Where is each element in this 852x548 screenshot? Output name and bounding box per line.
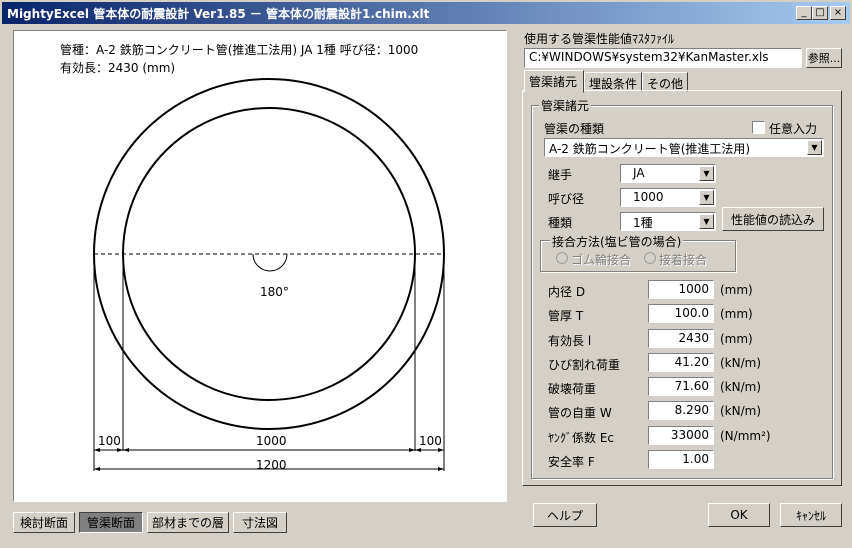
- pipe-type-label: 管渠の種類: [544, 122, 605, 136]
- title-bar[interactable]: MightyExcel 管本体の耐震設計 Ver1.85 － 管本体の耐震設計1…: [2, 2, 850, 24]
- chevron-down-icon[interactable]: ▼: [699, 190, 714, 205]
- prop-field-youngs-modulus[interactable]: 33000: [648, 426, 714, 445]
- view-tab-pipe-section[interactable]: 管渠断面: [79, 512, 143, 533]
- maximize-button[interactable]: □: [812, 6, 828, 20]
- radio-rubber-ring[interactable]: [556, 252, 568, 264]
- tab-burial-conditions[interactable]: 埋設条件: [584, 72, 642, 92]
- manual-input-checkbox[interactable]: [752, 121, 765, 134]
- view-tab-layers[interactable]: 部材までの層: [147, 512, 229, 533]
- radio-adhesive[interactable]: [644, 252, 656, 264]
- dim-label-center: 1000: [256, 434, 287, 448]
- prop-label-self-weight: 管の自重 W: [548, 406, 612, 420]
- prop-label-youngs-modulus: ﾔﾝｸﾞ係数 Ec: [548, 431, 614, 445]
- view-tab-section[interactable]: 検討断面: [13, 512, 75, 533]
- tab-other[interactable]: その他: [642, 72, 688, 92]
- prop-unit-crack-load: (kN/m): [720, 356, 762, 370]
- prop-unit-inner-diameter: (mm): [720, 283, 753, 297]
- master-file-label: 使用する管渠性能値ﾏｽﾀﾌｧｲﾙ: [524, 32, 675, 46]
- ok-button[interactable]: OK: [708, 503, 770, 527]
- prop-field-self-weight[interactable]: 8.290: [648, 401, 714, 420]
- prop-unit-thickness: (mm): [720, 307, 753, 321]
- dim-label-right: 100: [419, 434, 442, 448]
- dim-label-left: 100: [98, 434, 121, 448]
- browse-button[interactable]: 参照...: [806, 48, 842, 68]
- prop-field-breaking-load[interactable]: 71.60: [648, 377, 714, 396]
- manual-input-label: 任意入力: [769, 122, 818, 136]
- angle-arc: [252, 253, 288, 272]
- diameter-select[interactable]: 1000 ▼: [620, 188, 716, 207]
- tab-pipe-spec[interactable]: 管渠諸元: [524, 70, 584, 93]
- view-tab-dimensions[interactable]: 寸法図: [233, 512, 287, 533]
- prop-label-safety-factor: 安全率 F: [548, 455, 595, 469]
- minimize-button[interactable]: _: [796, 6, 812, 20]
- prop-unit-breaking-load: (kN/m): [720, 380, 762, 394]
- prop-unit-self-weight: (kN/m): [720, 404, 762, 418]
- prop-label-inner-diameter: 内径 D: [548, 285, 586, 299]
- prop-field-inner-diameter[interactable]: 1000: [648, 280, 714, 299]
- kind-value: 1種: [633, 216, 653, 230]
- chevron-down-icon[interactable]: ▼: [699, 166, 714, 181]
- radio-adhesive-label: 接着接合: [659, 253, 708, 267]
- connection-method-title: 接合方法(塩ビ管の場合): [550, 233, 684, 250]
- dim-label-total: 1200: [256, 458, 287, 472]
- prop-label-breaking-load: 破壊荷重: [548, 382, 597, 396]
- angle-label: 180°: [260, 285, 289, 299]
- prop-field-crack-load[interactable]: 41.20: [648, 353, 714, 372]
- pipe-type-value: A-2 鉄筋コンクリート管(推進工法用): [549, 142, 751, 156]
- window-title: MightyExcel 管本体の耐震設計 Ver1.85 － 管本体の耐震設計1…: [7, 7, 430, 21]
- radio-rubber-ring-label: ゴム輪接合: [571, 253, 632, 267]
- joint-select[interactable]: JA ▼: [620, 164, 716, 183]
- help-button[interactable]: ヘルプ: [533, 503, 597, 527]
- prop-field-thickness[interactable]: 100.0: [648, 304, 714, 323]
- prop-label-crack-load: ひび割れ荷重: [548, 358, 621, 372]
- load-performance-button[interactable]: 性能値の読込み: [722, 207, 824, 231]
- cancel-button[interactable]: ｷｬﾝｾﾙ: [780, 503, 842, 527]
- prop-label-length: 有効長 l: [548, 334, 592, 348]
- master-file-path-field[interactable]: C:¥WINDOWS¥system32¥KanMaster.xls: [524, 48, 802, 68]
- joint-value: JA: [633, 166, 645, 180]
- close-button[interactable]: ×: [830, 6, 846, 20]
- kind-select[interactable]: 1種 ▼: [620, 212, 716, 231]
- prop-label-thickness: 管厚 T: [548, 309, 584, 323]
- prop-unit-length: (mm): [720, 332, 753, 346]
- pipe-type-select[interactable]: A-2 鉄筋コンクリート管(推進工法用) ▼: [544, 138, 824, 157]
- prop-field-length[interactable]: 2430: [648, 329, 714, 348]
- main-window: MightyExcel 管本体の耐震設計 Ver1.85 － 管本体の耐震設計1…: [0, 0, 852, 548]
- spec-group-title: 管渠諸元: [539, 97, 592, 114]
- prop-field-safety-factor[interactable]: 1.00: [648, 450, 714, 469]
- chevron-down-icon[interactable]: ▼: [807, 140, 822, 155]
- diameter-value: 1000: [633, 190, 664, 204]
- pipe-cross-section: [93, 78, 445, 471]
- kind-label: 種類: [548, 216, 573, 230]
- drawing-canvas: 管種：A-2 鉄筋コンクリート管(推進工法用) JA 1種 呼び径：1000 有…: [13, 30, 507, 502]
- chevron-down-icon[interactable]: ▼: [699, 214, 714, 229]
- diameter-label: 呼び径: [548, 192, 585, 206]
- joint-label: 継手: [548, 168, 573, 182]
- prop-unit-youngs-modulus: (N/mm²): [720, 429, 771, 443]
